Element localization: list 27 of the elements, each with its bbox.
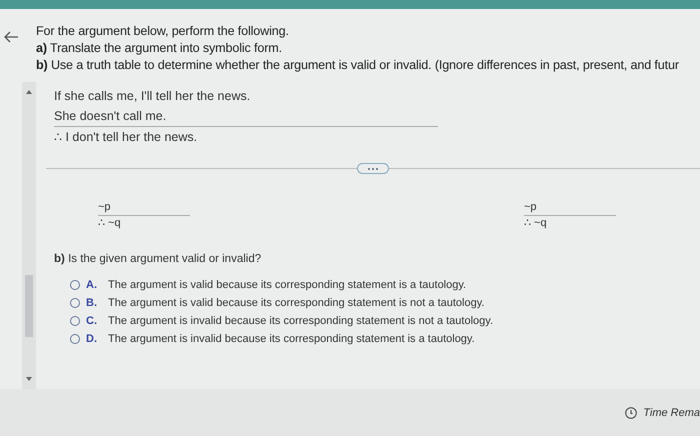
answer-option[interactable]: B. The argument is valid because its corresponding statement is not a tautology. bbox=[70, 297, 700, 309]
radio-button[interactable] bbox=[70, 280, 80, 290]
instructions-intro: For the argument below, perform the following. bbox=[36, 23, 290, 40]
scroll-down-icon[interactable] bbox=[26, 377, 32, 381]
back-arrow-icon[interactable] bbox=[4, 31, 18, 43]
time-remaining-label: Time Rema bbox=[643, 406, 700, 418]
scrollbar[interactable] bbox=[22, 82, 36, 389]
answer-option[interactable]: C. The argument is invalid because its corresponding statement is not a tautology. bbox=[70, 315, 700, 327]
symbolic-premise: ~p bbox=[524, 200, 616, 216]
symbolic-conclusion: ∴ ~q bbox=[98, 216, 122, 231]
scroll-thumb[interactable] bbox=[25, 275, 33, 337]
instruction-step: a) Translate the argument into symbolic form. bbox=[36, 40, 700, 57]
answer-option[interactable]: D. The argument is invalid because its corresponding statement is a tautology. bbox=[70, 333, 700, 345]
expand-button[interactable] bbox=[357, 163, 389, 174]
radio-button[interactable] bbox=[70, 316, 80, 326]
premise-text: If she calls me, I'll tell her the news. bbox=[54, 88, 252, 105]
premise-text: She doesn't call me. bbox=[54, 106, 438, 127]
instruction-step: b) Use a truth table to determine whether the argument is valid or invalid. (Ignore differences in past, present, and futur bbox=[36, 57, 700, 74]
answer-option[interactable]: A. The argument is valid because its corresponding statement is a tautology. bbox=[70, 279, 700, 291]
clock-icon bbox=[625, 406, 638, 418]
radio-button[interactable] bbox=[70, 334, 80, 344]
radio-button[interactable] bbox=[70, 298, 80, 308]
question-text: b) Is the given argument valid or invalid? bbox=[54, 253, 262, 265]
scroll-up-icon[interactable] bbox=[26, 90, 32, 94]
symbolic-premise: ~p bbox=[98, 200, 190, 216]
conclusion-text: ∴ I don't tell her the news. bbox=[54, 129, 198, 146]
symbolic-conclusion: ∴ ~q bbox=[524, 216, 548, 231]
